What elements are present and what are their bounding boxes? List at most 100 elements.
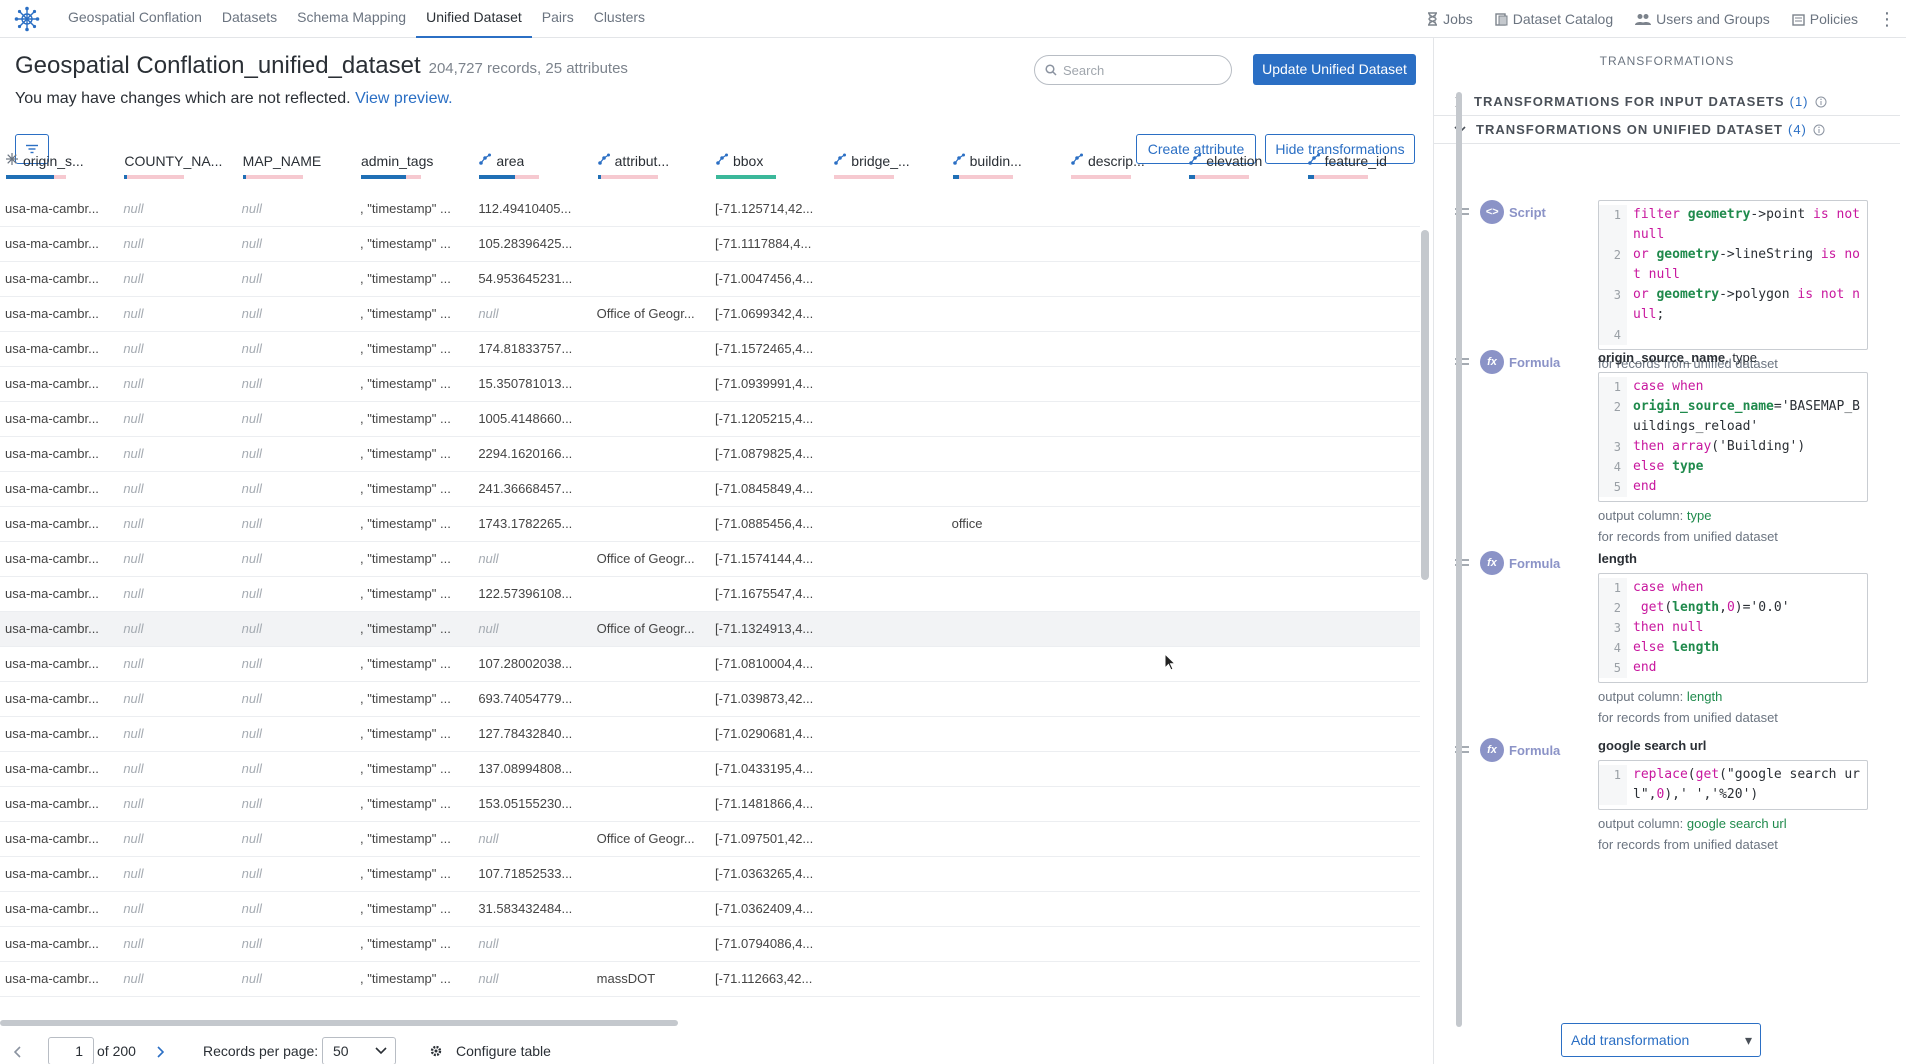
table-cell[interactable]: null [237, 507, 355, 541]
table-cell[interactable]: null [473, 927, 591, 961]
table-cell[interactable] [828, 227, 946, 261]
table-cell[interactable] [947, 542, 1065, 576]
table-cell[interactable] [1065, 927, 1183, 961]
table-cell[interactable] [1183, 682, 1301, 716]
table-cell[interactable]: null [118, 892, 236, 926]
table-cell[interactable]: usa-ma-cambr... [0, 367, 118, 401]
table-cell[interactable]: usa-ma-cambr... [0, 647, 118, 681]
table-cell[interactable]: , "timestamp" ... [355, 367, 473, 401]
table-cell[interactable] [592, 192, 710, 226]
table-row[interactable]: usa-ma-cambr... null null, "timestamp" ...… [0, 752, 1420, 787]
table-cell[interactable]: usa-ma-cambr... [0, 787, 118, 821]
table-cell[interactable]: null [118, 297, 236, 331]
info-icon[interactable] [1813, 124, 1825, 136]
table-cell[interactable] [947, 787, 1065, 821]
table-cell[interactable]: 241.36668457... [473, 472, 591, 506]
page-number-input[interactable]: 1 [48, 1037, 94, 1064]
table-cell[interactable] [1065, 402, 1183, 436]
table-cell[interactable] [828, 402, 946, 436]
table-vertical-scrollbar[interactable] [1421, 230, 1429, 580]
table-cell[interactable]: [-71.125714,42... [710, 192, 828, 226]
table-cell[interactable] [592, 682, 710, 716]
table-cell[interactable]: null [118, 822, 236, 856]
unified-transformations-section[interactable]: TRANSFORMATIONS ON UNIFIED DATASET (4) [1434, 116, 1900, 144]
table-cell[interactable]: [-71.1117884,4... [710, 227, 828, 261]
table-cell[interactable] [1183, 262, 1301, 296]
table-cell[interactable] [592, 752, 710, 786]
table-row[interactable]: usa-ma-cambr... null null, "timestamp" ...… [0, 437, 1420, 472]
table-cell[interactable] [1302, 612, 1420, 646]
table-cell[interactable] [947, 367, 1065, 401]
table-cell[interactable]: , "timestamp" ... [355, 857, 473, 891]
table-cell[interactable] [828, 647, 946, 681]
table-row[interactable]: usa-ma-cambr... null null, "timestamp" ...… [0, 227, 1420, 262]
table-cell[interactable]: usa-ma-cambr... [0, 822, 118, 856]
app-logo-icon[interactable] [14, 6, 40, 32]
table-row[interactable]: usa-ma-cambr... null null, "timestamp" ...… [0, 717, 1420, 752]
table-cell[interactable] [1065, 297, 1183, 331]
table-cell[interactable] [828, 822, 946, 856]
table-row[interactable]: usa-ma-cambr... null null, "timestamp" ...… [0, 962, 1420, 997]
table-cell[interactable]: [-71.1675547,4... [710, 577, 828, 611]
table-cell[interactable] [1302, 437, 1420, 471]
table-cell[interactable]: , "timestamp" ... [355, 647, 473, 681]
table-cell[interactable]: , "timestamp" ... [355, 192, 473, 226]
table-cell[interactable]: null [118, 787, 236, 821]
column-header[interactable]: descrip... [1065, 148, 1183, 192]
nav-tab-geospatial-conflation[interactable]: Geospatial Conflation [58, 0, 212, 38]
table-cell[interactable]: null [118, 647, 236, 681]
table-row[interactable]: usa-ma-cambr... null null, "timestamp" ...… [0, 507, 1420, 542]
table-cell[interactable]: null [473, 297, 591, 331]
table-cell[interactable]: , "timestamp" ... [355, 577, 473, 611]
table-cell[interactable] [828, 927, 946, 961]
table-cell[interactable]: 15.350781013... [473, 367, 591, 401]
table-cell[interactable]: null [473, 822, 591, 856]
table-cell[interactable] [947, 297, 1065, 331]
table-cell[interactable] [947, 647, 1065, 681]
table-cell[interactable] [947, 962, 1065, 996]
table-cell[interactable]: usa-ma-cambr... [0, 682, 118, 716]
table-cell[interactable]: [-71.0885456,4... [710, 507, 828, 541]
table-cell[interactable]: , "timestamp" ... [355, 822, 473, 856]
table-row[interactable]: usa-ma-cambr... null null, "timestamp" ...… [0, 787, 1420, 822]
transformation-type[interactable]: fx Formula [1480, 738, 1560, 762]
table-cell[interactable] [592, 857, 710, 891]
table-cell[interactable]: usa-ma-cambr... [0, 612, 118, 646]
more-menu-icon[interactable]: ⋮ [1878, 10, 1896, 28]
search-input[interactable] [1063, 62, 1213, 78]
table-cell[interactable]: [-71.0939991,4... [710, 367, 828, 401]
table-cell[interactable] [1065, 857, 1183, 891]
table-cell[interactable]: null [237, 892, 355, 926]
table-cell[interactable]: [-71.0699342,4... [710, 297, 828, 331]
table-cell[interactable] [1302, 962, 1420, 996]
table-cell[interactable]: null [237, 227, 355, 261]
table-cell[interactable] [1183, 297, 1301, 331]
table-cell[interactable]: , "timestamp" ... [355, 962, 473, 996]
table-cell[interactable]: null [237, 682, 355, 716]
table-cell[interactable]: [-71.1574144,4... [710, 542, 828, 576]
table-cell[interactable]: , "timestamp" ... [355, 927, 473, 961]
code-editor[interactable]: 1 replace(get("google search url",0),' ',… [1598, 760, 1868, 810]
table-cell[interactable]: null [237, 192, 355, 226]
table-cell[interactable]: usa-ma-cambr... [0, 297, 118, 331]
table-cell[interactable] [592, 577, 710, 611]
table-cell[interactable]: usa-ma-cambr... [0, 752, 118, 786]
table-cell[interactable]: null [237, 612, 355, 646]
table-cell[interactable] [947, 822, 1065, 856]
table-cell[interactable]: , "timestamp" ... [355, 717, 473, 751]
table-cell[interactable] [828, 857, 946, 891]
table-cell[interactable] [1065, 192, 1183, 226]
table-cell[interactable]: Office of Geogr... [592, 542, 710, 576]
table-row[interactable]: usa-ma-cambr... null null, "timestamp" ...… [0, 822, 1420, 857]
table-cell[interactable] [1302, 542, 1420, 576]
table-cell[interactable] [592, 507, 710, 541]
table-cell[interactable]: 137.08994808... [473, 752, 591, 786]
table-cell[interactable]: null [237, 647, 355, 681]
table-cell[interactable]: 127.78432840... [473, 717, 591, 751]
table-cell[interactable]: Office of Geogr... [592, 612, 710, 646]
table-cell[interactable]: [-71.0879825,4... [710, 437, 828, 471]
table-cell[interactable] [828, 192, 946, 226]
table-cell[interactable]: , "timestamp" ... [355, 297, 473, 331]
code-editor[interactable]: 1 filter geometry->point is not null 2 or g… [1598, 200, 1868, 350]
column-header[interactable]: COUNTY_NA... [118, 148, 236, 192]
